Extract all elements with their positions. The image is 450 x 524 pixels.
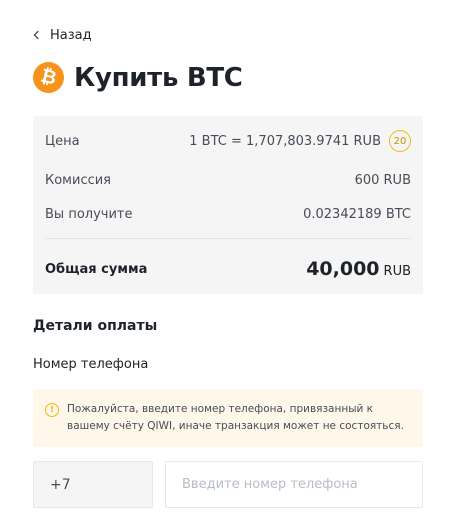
fee-label: Комиссия [45,173,112,188]
price-label: Цена [45,133,80,149]
total-label: Общая сумма [45,261,148,277]
page-header: ₿ Купить BTC [29,58,243,97]
fee-row: Комиссия 600 RUB [45,173,411,188]
back-label: Назад [50,27,92,43]
country-code-field[interactable]: +7 [33,461,153,508]
chevron-left-icon [33,30,43,40]
refresh-timer-badge: 20 [389,130,411,152]
total-value: 40,000 RUB [306,258,411,280]
total-currency: RUB [383,264,411,279]
price-row: Цена 1 BTC = 1,707,803.9741 RUB 20 [45,130,411,152]
receive-label: Вы получите [45,207,133,222]
warning-text: Пожалуйста, введите номер телефона, прив… [67,403,404,432]
price-value: 1 BTC = 1,707,803.9741 RUB [189,133,381,149]
receive-row: Вы получите 0.02342189 BTC [45,207,411,222]
back-link[interactable]: Назад [33,26,92,44]
fee-value: 600 RUB [354,173,411,188]
total-amount: 40,000 [306,258,380,280]
page-title: Купить BTC [74,62,243,93]
order-summary: Цена 1 BTC = 1,707,803.9741 RUB 20 Комис… [33,116,423,294]
payment-details-title: Детали оплаты [33,318,158,334]
bitcoin-icon: ₿ [29,58,68,97]
price-value-group: 1 BTC = 1,707,803.9741 RUB 20 [189,130,411,152]
receive-value: 0.02342189 BTC [303,207,411,222]
warning-icon: ! [45,403,59,417]
phone-input[interactable] [165,461,423,508]
phone-field-label: Номер телефона [33,357,149,372]
summary-divider [45,238,411,239]
total-row: Общая сумма 40,000 RUB [45,258,411,280]
warning-notice: ! Пожалуйста, введите номер телефона, пр… [33,389,423,447]
